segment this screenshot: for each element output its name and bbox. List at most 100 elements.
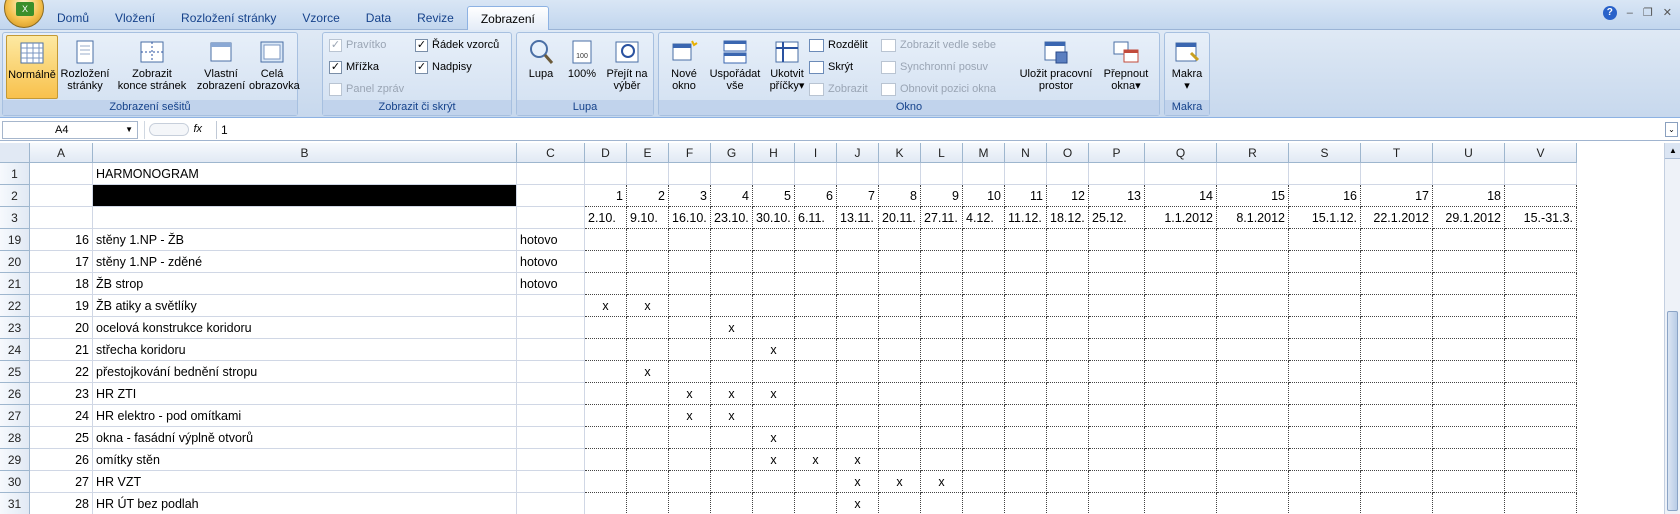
cell[interactable]: 10: [963, 185, 1005, 207]
cell[interactable]: [1005, 427, 1047, 449]
cell[interactable]: x: [711, 317, 753, 339]
cell[interactable]: x: [753, 449, 795, 471]
cell[interactable]: [1089, 449, 1145, 471]
cell[interactable]: [1361, 317, 1433, 339]
cell[interactable]: [1505, 251, 1577, 273]
cell[interactable]: [1289, 339, 1361, 361]
cell[interactable]: [963, 361, 1005, 383]
tab-6[interactable]: Zobrazení: [466, 6, 549, 30]
cell[interactable]: [585, 427, 627, 449]
cell[interactable]: 2.10.: [585, 207, 627, 229]
cell[interactable]: [963, 317, 1005, 339]
cell[interactable]: x: [795, 449, 837, 471]
cell[interactable]: 11: [1005, 185, 1047, 207]
cell[interactable]: [585, 229, 627, 251]
cell[interactable]: [1361, 361, 1433, 383]
cell[interactable]: [837, 273, 879, 295]
cell[interactable]: [1505, 405, 1577, 427]
cell[interactable]: 6.11.: [795, 207, 837, 229]
cell[interactable]: [1145, 383, 1217, 405]
cell[interactable]: [1145, 405, 1217, 427]
cell[interactable]: [1433, 339, 1505, 361]
cell[interactable]: [1361, 405, 1433, 427]
scroll-thumb[interactable]: [1667, 311, 1678, 511]
cell[interactable]: [1505, 185, 1577, 207]
cell[interactable]: [711, 251, 753, 273]
cell[interactable]: [1361, 427, 1433, 449]
cell[interactable]: [1089, 471, 1145, 493]
cell[interactable]: [1145, 295, 1217, 317]
cell[interactable]: [1433, 251, 1505, 273]
cell[interactable]: [921, 317, 963, 339]
cell[interactable]: [669, 471, 711, 493]
cell[interactable]: [1047, 229, 1089, 251]
worksheet-grid[interactable]: A B C D E F G H I J K L M N O P Q R S T U V 1 HARMONOGRAM 2 1 2 3 4 5…: [0, 143, 1664, 514]
cell[interactable]: [1505, 339, 1577, 361]
cell[interactable]: [517, 383, 585, 405]
cell[interactable]: [1089, 361, 1145, 383]
cell[interactable]: [627, 339, 669, 361]
cell[interactable]: [517, 449, 585, 471]
cell[interactable]: [1005, 317, 1047, 339]
cell[interactable]: [1361, 273, 1433, 295]
cell[interactable]: [669, 229, 711, 251]
cell[interactable]: [93, 207, 517, 229]
cell[interactable]: x: [627, 295, 669, 317]
cell[interactable]: [879, 295, 921, 317]
cell[interactable]: [517, 361, 585, 383]
message-bar-checkbox[interactable]: Panel zpráv: [329, 80, 404, 98]
cell[interactable]: 20.11.: [879, 207, 921, 229]
cell[interactable]: [1089, 251, 1145, 273]
cell[interactable]: 13.11.: [837, 207, 879, 229]
cell[interactable]: [1433, 405, 1505, 427]
cell[interactable]: ocelová konstrukce koridoru: [93, 317, 517, 339]
cell[interactable]: 22.1.2012: [1361, 207, 1433, 229]
cell[interactable]: [711, 295, 753, 317]
cell[interactable]: [1505, 427, 1577, 449]
cell[interactable]: [517, 405, 585, 427]
cell[interactable]: [1217, 339, 1289, 361]
row-header-2[interactable]: 2: [0, 185, 30, 207]
cell[interactable]: [30, 207, 93, 229]
scroll-up-icon[interactable]: ▲: [1665, 143, 1680, 159]
cell[interactable]: [837, 163, 879, 185]
cell[interactable]: [1145, 317, 1217, 339]
cell[interactable]: [1505, 493, 1577, 514]
cell[interactable]: [93, 185, 517, 207]
cell[interactable]: 15.1.12.: [1289, 207, 1361, 229]
cell[interactable]: [585, 251, 627, 273]
cell[interactable]: [585, 361, 627, 383]
cell[interactable]: [1217, 273, 1289, 295]
cell[interactable]: [1505, 273, 1577, 295]
cell[interactable]: [753, 273, 795, 295]
cell[interactable]: [879, 251, 921, 273]
row-header-25[interactable]: 25: [0, 361, 30, 383]
cell[interactable]: hotovo: [517, 273, 585, 295]
cell[interactable]: [517, 207, 585, 229]
cell[interactable]: [669, 339, 711, 361]
cell[interactable]: [1289, 251, 1361, 273]
cell[interactable]: [1361, 229, 1433, 251]
cell[interactable]: [1289, 361, 1361, 383]
column-header-K[interactable]: K: [879, 143, 921, 163]
cell[interactable]: [627, 493, 669, 514]
cell[interactable]: [1505, 471, 1577, 493]
cell[interactable]: [753, 471, 795, 493]
cell[interactable]: 22: [30, 361, 93, 383]
name-box[interactable]: A4 ▼: [2, 121, 138, 139]
cell[interactable]: [1289, 229, 1361, 251]
cell[interactable]: [517, 163, 585, 185]
cell[interactable]: [795, 251, 837, 273]
cell[interactable]: [1433, 273, 1505, 295]
column-header-S[interactable]: S: [1289, 143, 1361, 163]
cell[interactable]: 15.-31.3.: [1505, 207, 1577, 229]
cell[interactable]: [1089, 405, 1145, 427]
cell[interactable]: [1433, 449, 1505, 471]
cell[interactable]: [517, 471, 585, 493]
column-header-V[interactable]: V: [1505, 143, 1577, 163]
cell[interactable]: [1005, 383, 1047, 405]
cell[interactable]: [1089, 339, 1145, 361]
row-header-28[interactable]: 28: [0, 427, 30, 449]
headings-checkbox[interactable]: ✓ Nadpisy: [415, 58, 472, 76]
cell[interactable]: 23: [30, 383, 93, 405]
